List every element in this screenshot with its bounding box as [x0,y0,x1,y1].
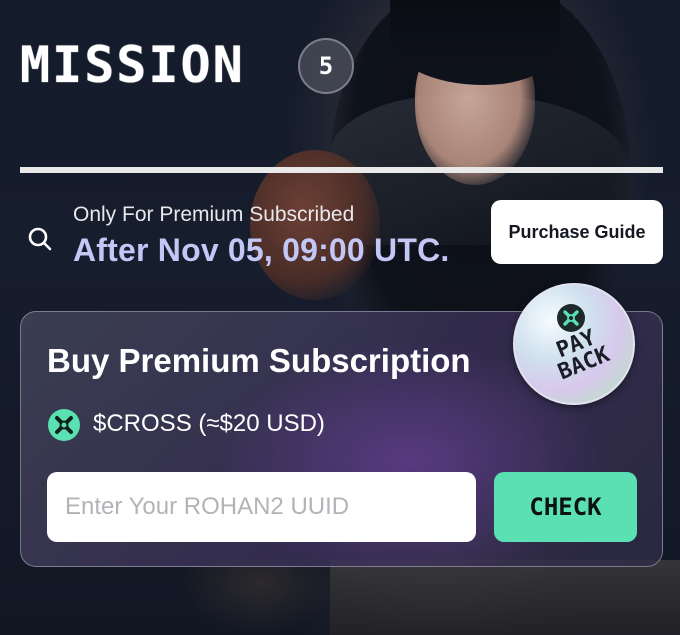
header-divider [20,167,663,173]
availability-date: After Nov 05, 09:00 UTC. [73,232,450,268]
payback-label: PAY BACK [532,318,627,389]
cross-token-icon [48,409,80,441]
price-label: $CROSS (≈$20 USD) [93,410,325,437]
background-character-belt [330,560,680,635]
background-character-hair [390,0,560,85]
mission-count-badge: 5 [298,38,354,94]
check-button[interactable]: CHECK [494,472,637,542]
background-character-legs [180,560,340,635]
search-icon [28,227,52,251]
background-character-face [415,25,535,185]
payback-sticker: PAY BACK [513,283,635,405]
purchase-guide-button[interactable]: Purchase Guide [491,200,663,264]
uuid-input[interactable] [47,472,476,542]
card-title: Buy Premium Subscription [47,342,471,379]
page-title: MISSION [20,36,245,94]
premium-only-notice: Only For Premium Subscribed [73,203,355,226]
